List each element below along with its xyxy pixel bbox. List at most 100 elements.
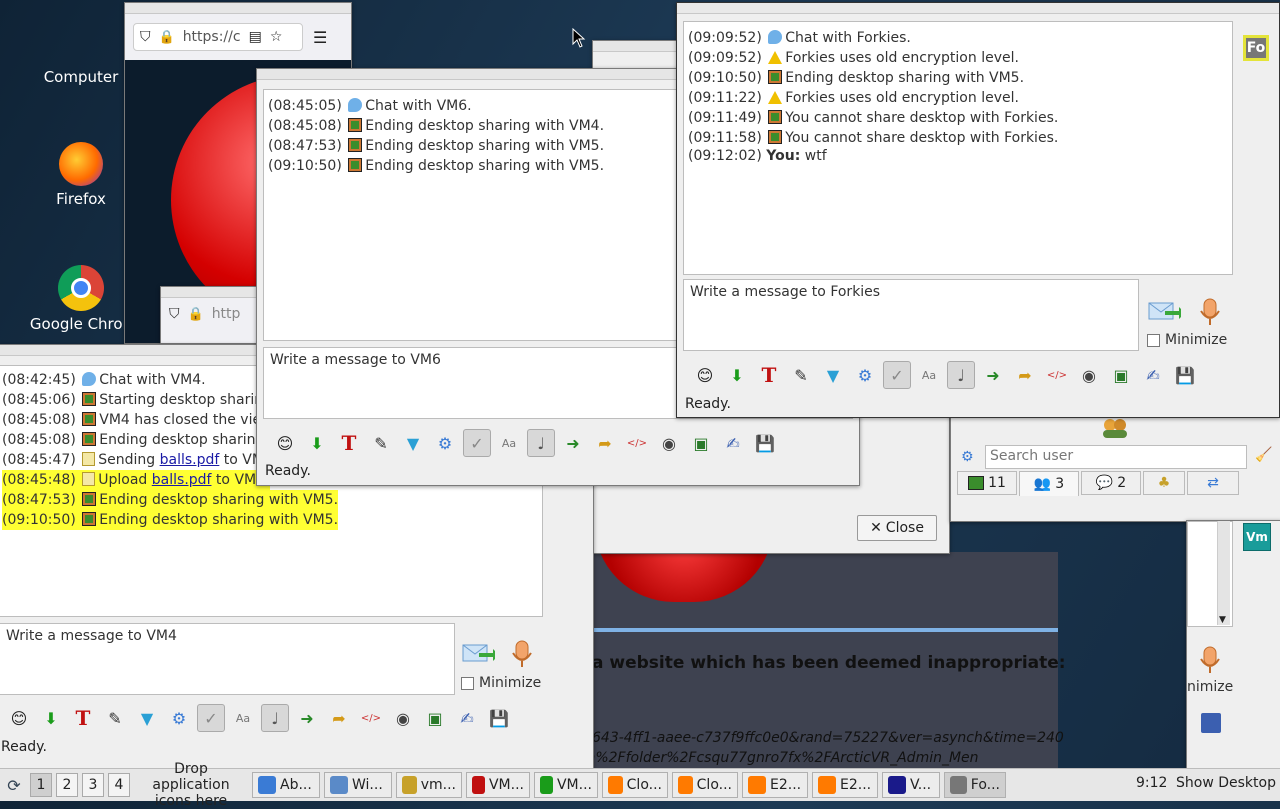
- filter-button[interactable]: ▼: [819, 361, 847, 389]
- message-input-forkies[interactable]: Write a message to Forkies: [683, 279, 1139, 351]
- text-format-button[interactable]: T: [335, 429, 363, 457]
- window-titlebar[interactable]: [677, 3, 1279, 14]
- smiley-button[interactable]: 😊: [271, 429, 299, 457]
- scroll-down-icon[interactable]: ▼: [1219, 615, 1226, 625]
- spellcheck-button[interactable]: ✓: [463, 429, 491, 457]
- taskbar-task[interactable]: E2...: [742, 772, 808, 798]
- taskbar-task[interactable]: VM...: [466, 772, 530, 798]
- file-link[interactable]: balls.pdf: [160, 452, 220, 468]
- reader-icon[interactable]: ▤: [249, 29, 262, 45]
- plugins-button[interactable]: ⚙: [165, 704, 193, 732]
- smiley-button[interactable]: 😊: [5, 704, 33, 732]
- message-input-vm4[interactable]: Write a message to VM4: [0, 623, 455, 695]
- start-menu-icon[interactable]: ⟳: [0, 776, 28, 795]
- workspace-3[interactable]: 3: [82, 773, 104, 797]
- window-titlebar[interactable]: [125, 3, 351, 14]
- taskbar-task[interactable]: V...: [882, 772, 940, 798]
- desktop-share-button[interactable]: ▣: [1107, 361, 1135, 389]
- save-button[interactable]: 💾: [485, 704, 513, 732]
- taskbar-task[interactable]: Clo...: [602, 772, 668, 798]
- workspace-1[interactable]: 1: [30, 773, 52, 797]
- send-file-button[interactable]: ➜: [979, 361, 1007, 389]
- notes-button[interactable]: ✍: [453, 704, 481, 732]
- font-button[interactable]: Aa: [915, 361, 943, 389]
- font-button[interactable]: Aa: [229, 704, 257, 732]
- send-file-button[interactable]: ➜: [293, 704, 321, 732]
- filter-button[interactable]: ▼: [133, 704, 161, 732]
- highlight-button[interactable]: ⬇: [723, 361, 751, 389]
- desktop-share-button[interactable]: ▣: [687, 429, 715, 457]
- save-button[interactable]: 💾: [1171, 361, 1199, 389]
- taskbar-task[interactable]: Fo...: [944, 772, 1006, 798]
- spellcheck-button[interactable]: ✓: [883, 361, 911, 389]
- text-format-button[interactable]: T: [755, 361, 783, 389]
- sound-button[interactable]: ♩: [261, 704, 289, 732]
- desktop-icon-firefox[interactable]: Firefox: [26, 142, 136, 208]
- workspace-2[interactable]: 2: [56, 773, 78, 797]
- settings-icon[interactable]: ⚙: [961, 449, 974, 465]
- tab-groups[interactable]: ♣: [1143, 471, 1185, 495]
- tab-chats[interactable]: 💬 2: [1081, 471, 1141, 495]
- menu-icon[interactable]: ☰: [313, 28, 327, 47]
- voice-button[interactable]: [1195, 297, 1229, 325]
- desktop-icon-chrome[interactable]: Google Chron: [26, 265, 136, 333]
- chat-window-partial[interactable]: ▼ Vm nimize: [1186, 520, 1280, 770]
- send-button[interactable]: [461, 639, 499, 667]
- save-icon[interactable]: [1201, 713, 1221, 733]
- webcam-button[interactable]: ◉: [655, 429, 683, 457]
- filter-button[interactable]: ▼: [399, 429, 427, 457]
- send-file-button[interactable]: ➜: [559, 429, 587, 457]
- send-button[interactable]: [1147, 297, 1185, 325]
- html-button[interactable]: </>: [623, 429, 651, 457]
- star-icon[interactable]: ☆: [270, 29, 283, 45]
- plugins-button[interactable]: ⚙: [851, 361, 879, 389]
- taskbar-task[interactable]: Wi...: [324, 772, 392, 798]
- taskbar-task[interactable]: Clo...: [672, 772, 738, 798]
- sound-button[interactable]: ♩: [947, 361, 975, 389]
- font-button[interactable]: Aa: [495, 429, 523, 457]
- contact-list-window[interactable]: ⚙ Search user 🧹 11 👥 3 💬 2 ♣ ⇄: [950, 410, 1280, 522]
- minimize-checkbox[interactable]: Minimize: [461, 675, 541, 691]
- taskbar-task[interactable]: VM...: [534, 772, 598, 798]
- text-format-button[interactable]: T: [69, 704, 97, 732]
- desktop-share-button[interactable]: ▣: [421, 704, 449, 732]
- scrollbar[interactable]: ▼: [1217, 521, 1230, 625]
- share-folder-button[interactable]: ➦: [325, 704, 353, 732]
- html-button[interactable]: </>: [1043, 361, 1071, 389]
- sound-button[interactable]: ♩: [527, 429, 555, 457]
- search-user-input[interactable]: Search user: [985, 445, 1247, 469]
- notes-button[interactable]: ✍: [1139, 361, 1167, 389]
- share-folder-button[interactable]: ➦: [591, 429, 619, 457]
- url-bar[interactable]: ⛉ 🔒 https://c ▤ ☆: [133, 23, 303, 51]
- share-folder-button[interactable]: ➦: [1011, 361, 1039, 389]
- webcam-button[interactable]: ◉: [1075, 361, 1103, 389]
- show-desktop-button[interactable]: Show Desktop: [1176, 775, 1276, 791]
- workspace-4[interactable]: 4: [108, 773, 130, 797]
- tab-transfer[interactable]: ⇄: [1187, 471, 1239, 495]
- webcam-button[interactable]: ◉: [389, 704, 417, 732]
- highlight-button[interactable]: ⬇: [303, 429, 331, 457]
- voice-button[interactable]: [1195, 645, 1229, 673]
- close-button[interactable]: ✕ Close: [857, 515, 937, 541]
- notes-button[interactable]: ✍: [719, 429, 747, 457]
- clear-search-icon[interactable]: 🧹: [1255, 447, 1272, 463]
- taskbar-task[interactable]: vm...: [396, 772, 462, 798]
- color-palette-button[interactable]: ✎: [787, 361, 815, 389]
- chat-window-forkies[interactable]: (09:09:52) Chat with Forkies. (09:09:52) …: [676, 2, 1280, 418]
- desktop-icon-computer[interactable]: Computer: [26, 68, 136, 86]
- plugins-button[interactable]: ⚙: [431, 429, 459, 457]
- highlight-button[interactable]: ⬇: [37, 704, 65, 732]
- html-button[interactable]: </>: [357, 704, 385, 732]
- checkbox-box[interactable]: [461, 676, 474, 690]
- spellcheck-button[interactable]: ✓: [197, 704, 225, 732]
- checkbox-box[interactable]: [1147, 333, 1160, 347]
- tab-online[interactable]: 11: [957, 471, 1017, 495]
- minimize-checkbox[interactable]: Minimize: [1147, 332, 1227, 348]
- voice-button[interactable]: [507, 639, 541, 667]
- color-palette-button[interactable]: ✎: [367, 429, 395, 457]
- tab-contacts[interactable]: 👥 3: [1019, 471, 1079, 496]
- taskbar-task[interactable]: E2...: [812, 772, 878, 798]
- save-button[interactable]: 💾: [751, 429, 779, 457]
- file-link[interactable]: balls.pdf: [152, 472, 212, 488]
- smiley-button[interactable]: 😊: [691, 361, 719, 389]
